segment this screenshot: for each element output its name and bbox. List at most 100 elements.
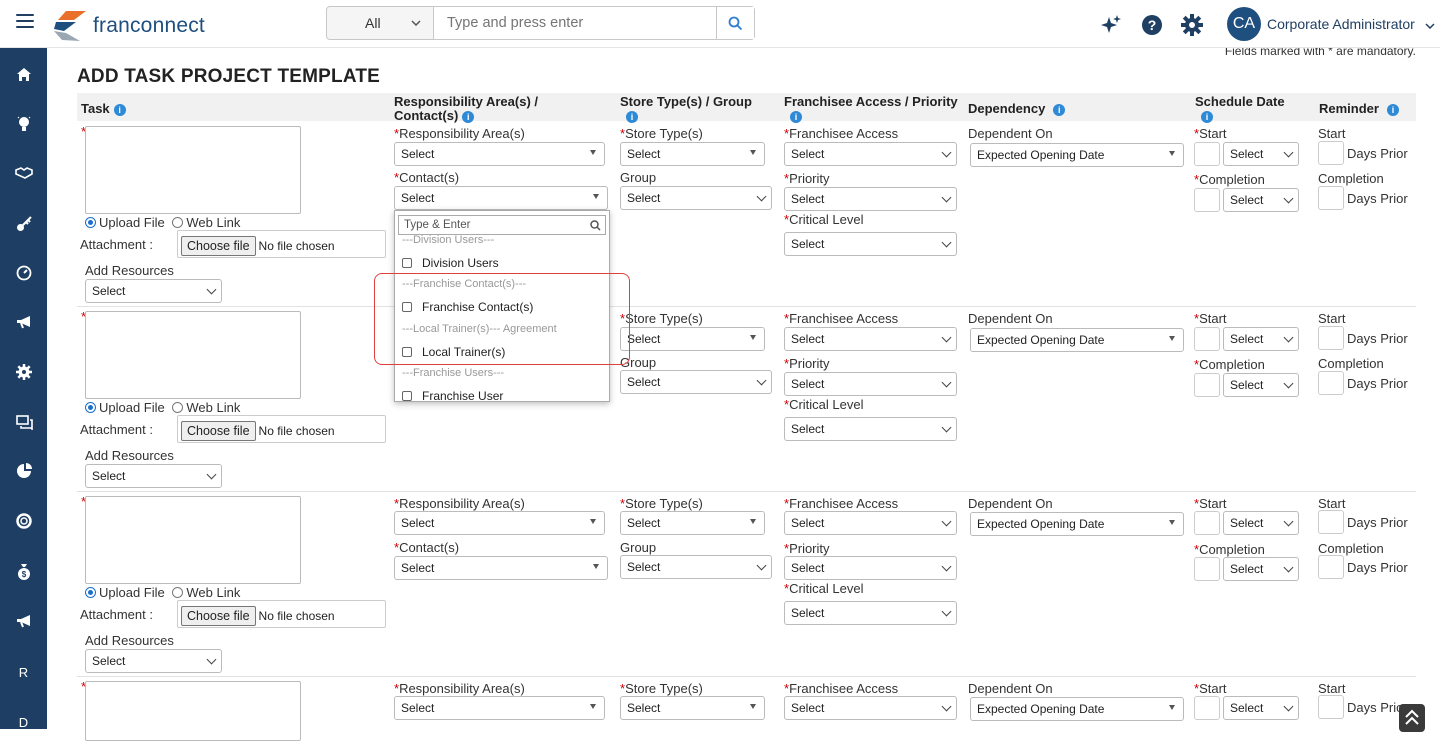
priority-select[interactable]: Select xyxy=(784,372,957,396)
upload-file-radio[interactable] xyxy=(85,587,96,599)
add-resources-select[interactable]: Select xyxy=(85,649,222,673)
critical-level-select[interactable]: Select xyxy=(784,232,957,256)
franchisee-access-select[interactable]: Select xyxy=(784,327,957,351)
reminder-start-input[interactable] xyxy=(1318,326,1344,350)
store-types-select[interactable]: Select xyxy=(620,511,765,535)
start-select[interactable]: Select xyxy=(1223,327,1299,351)
avatar[interactable]: CA xyxy=(1227,7,1261,41)
completion-days-input[interactable] xyxy=(1194,373,1220,397)
start-select[interactable]: Select xyxy=(1223,511,1299,535)
menu-icon[interactable] xyxy=(16,14,34,28)
completion-select[interactable]: Select xyxy=(1223,557,1299,581)
start-days-input[interactable] xyxy=(1194,142,1220,166)
reminder-completion-input[interactable] xyxy=(1318,186,1344,210)
dependent-on-select[interactable]: Expected Opening Date xyxy=(970,143,1184,167)
search-button[interactable] xyxy=(716,7,754,39)
completion-days-input[interactable] xyxy=(1194,188,1220,212)
info-icon[interactable]: i xyxy=(1053,103,1066,116)
search-input[interactable] xyxy=(434,7,716,39)
dropdown-search-input[interactable]: Type & Enter xyxy=(398,215,606,235)
home-icon[interactable] xyxy=(13,63,35,85)
franchisee-access-select[interactable]: Select xyxy=(784,142,957,166)
info-icon[interactable]: i xyxy=(626,110,638,123)
contacts-select[interactable]: Select xyxy=(394,556,608,580)
group-select[interactable]: Select xyxy=(620,555,772,579)
money-bag-icon[interactable]: $ xyxy=(13,560,35,582)
reminder-start-input[interactable] xyxy=(1318,141,1344,165)
add-resources-select[interactable]: Select xyxy=(85,279,222,303)
dropdown-option[interactable]: Division Users xyxy=(402,256,499,270)
dependent-on-select[interactable]: Expected Opening Date xyxy=(970,328,1184,352)
task-textarea[interactable] xyxy=(85,311,301,399)
priority-select[interactable]: Select xyxy=(784,187,957,211)
file-input[interactable]: Choose file No file chosen xyxy=(177,600,386,628)
gauge-icon[interactable] xyxy=(13,262,35,284)
web-link-radio[interactable] xyxy=(172,402,184,414)
store-types-select[interactable]: Select xyxy=(620,142,765,166)
file-input[interactable]: Choose file No file chosen xyxy=(177,230,386,258)
help-icon[interactable]: ? xyxy=(1141,14,1163,36)
franchisee-access-select[interactable]: Select xyxy=(784,696,957,720)
info-icon[interactable]: i xyxy=(113,103,126,116)
choose-file-button[interactable]: Choose file xyxy=(181,421,256,441)
file-input[interactable]: Choose file No file chosen xyxy=(177,415,386,443)
resp-area-select[interactable]: Select xyxy=(394,696,605,720)
reminder-completion-input[interactable] xyxy=(1318,555,1344,579)
resp-area-select[interactable]: Select xyxy=(394,511,605,535)
megaphone-icon[interactable] xyxy=(13,311,35,333)
scroll-to-top-button[interactable] xyxy=(1399,704,1425,732)
lifebuoy-icon[interactable] xyxy=(13,510,35,532)
upload-file-radio[interactable] xyxy=(85,402,96,414)
sidebar-item-r[interactable]: R xyxy=(0,665,47,680)
completion-select[interactable]: Select xyxy=(1223,373,1299,397)
settings-icon[interactable] xyxy=(1181,14,1203,36)
start-days-input[interactable] xyxy=(1194,327,1220,351)
checkbox[interactable] xyxy=(402,390,412,401)
dependent-on-select[interactable]: Expected Opening Date xyxy=(970,697,1184,721)
store-types-select[interactable]: Select xyxy=(620,696,765,720)
resp-area-select[interactable]: Select xyxy=(394,142,605,166)
group-select[interactable]: Select xyxy=(620,186,772,210)
key-icon[interactable] xyxy=(13,212,35,234)
start-select[interactable]: Select xyxy=(1223,142,1299,166)
add-resources-select[interactable]: Select xyxy=(85,464,222,488)
chat-icon[interactable] xyxy=(13,411,35,433)
brand-logo[interactable]: franconnect xyxy=(52,9,205,43)
web-link-radio[interactable] xyxy=(172,217,184,229)
critical-level-select[interactable]: Select xyxy=(784,601,957,625)
info-icon[interactable]: i xyxy=(1201,110,1213,123)
lightbulb-icon[interactable] xyxy=(13,113,35,135)
start-select[interactable]: Select xyxy=(1223,696,1299,720)
task-textarea[interactable] xyxy=(85,681,301,741)
pie-icon[interactable] xyxy=(13,460,35,482)
store-types-select[interactable]: Select xyxy=(620,327,765,351)
contacts-select[interactable]: Select xyxy=(394,186,608,210)
search-scope-select[interactable]: All xyxy=(327,7,434,39)
handshake-icon[interactable] xyxy=(13,162,35,184)
reminder-start-input[interactable] xyxy=(1318,510,1344,534)
reminder-completion-input[interactable] xyxy=(1318,371,1344,395)
dropdown-option[interactable]: Franchise User xyxy=(402,389,503,401)
franchisee-access-select[interactable]: Select xyxy=(784,511,957,535)
group-select[interactable]: Select xyxy=(620,370,772,394)
priority-select[interactable]: Select xyxy=(784,556,957,580)
reminder-start-input[interactable] xyxy=(1318,695,1344,719)
user-menu[interactable]: Corporate Administrator xyxy=(1267,16,1435,32)
start-days-input[interactable] xyxy=(1194,511,1220,535)
web-link-radio[interactable] xyxy=(172,587,184,599)
gear-icon[interactable] xyxy=(13,361,35,383)
task-textarea[interactable] xyxy=(85,496,301,584)
info-icon[interactable]: i xyxy=(790,110,802,123)
sidebar-item-d[interactable]: D xyxy=(0,715,47,730)
completion-select[interactable]: Select xyxy=(1223,188,1299,212)
checkbox[interactable] xyxy=(402,257,412,268)
completion-days-input[interactable] xyxy=(1194,557,1220,581)
upload-file-radio[interactable] xyxy=(85,217,96,229)
info-icon[interactable]: i xyxy=(1386,103,1399,116)
dependent-on-select[interactable]: Expected Opening Date xyxy=(970,512,1184,536)
sparkle-icon[interactable] xyxy=(1100,14,1122,36)
critical-level-select[interactable]: Select xyxy=(784,417,957,441)
task-textarea[interactable] xyxy=(85,126,301,214)
choose-file-button[interactable]: Choose file xyxy=(181,606,256,626)
choose-file-button[interactable]: Choose file xyxy=(181,236,256,256)
